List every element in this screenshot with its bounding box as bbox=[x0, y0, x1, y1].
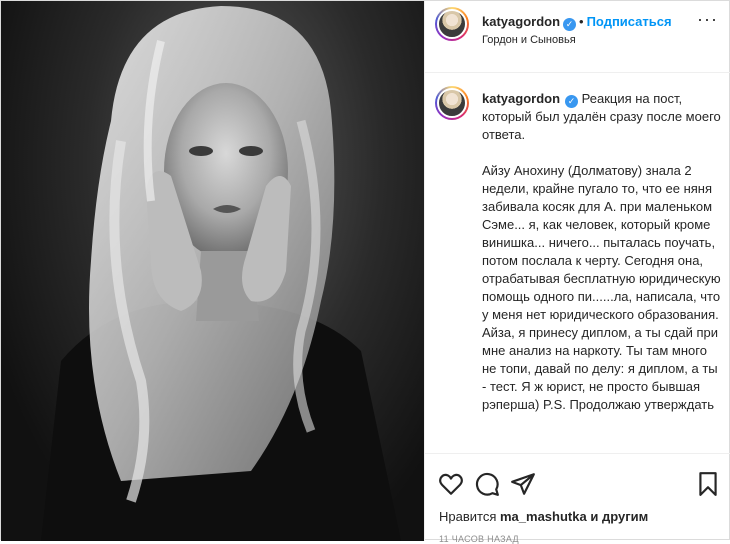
verified-badge-icon: ✓ bbox=[563, 18, 577, 31]
header-username[interactable]: katyagordon bbox=[482, 14, 560, 29]
caption-username[interactable]: katyagordon bbox=[482, 91, 560, 106]
post-side-panel: katyagordon ✓ • Подписаться Гордон и Сыновь… bbox=[424, 1, 730, 544]
caption-paragraph: katyagordon ✓ Реакция на пост, который бы… bbox=[482, 90, 722, 144]
likes-summary: Нравится ma_mashutka и другим bbox=[439, 509, 648, 524]
comments-area: katyagordon ✓ Реакция на пост, который бы… bbox=[425, 73, 730, 453]
post-timestamp[interactable]: 11 часов назад bbox=[439, 534, 519, 544]
likes-user[interactable]: ma_mashutka bbox=[500, 509, 587, 524]
caption-paragraph: Айзу Анохину (Долматову) знала 2 недели,… bbox=[482, 163, 721, 412]
separator-dot: • bbox=[579, 14, 584, 29]
avatar[interactable] bbox=[435, 7, 469, 41]
post-caption: katyagordon ✓ Реакция на пост, который бы… bbox=[482, 90, 722, 432]
comment-icon[interactable] bbox=[474, 471, 500, 497]
header-line: katyagordon ✓ • Подписаться bbox=[482, 13, 672, 31]
portrait-image bbox=[41, 6, 401, 541]
instagram-post: katyagordon ✓ • Подписаться Гордон и Сыновь… bbox=[0, 0, 730, 544]
avatar[interactable] bbox=[435, 86, 469, 120]
post-actions: Нравится ma_mashutka и другим 11 часов н… bbox=[425, 453, 730, 544]
more-dots-icon[interactable]: ··· bbox=[697, 10, 718, 28]
heart-icon[interactable] bbox=[438, 471, 464, 497]
location-link[interactable]: Гордон и Сыновья bbox=[482, 34, 576, 46]
likes-prefix: Нравится bbox=[439, 509, 497, 524]
bookmark-icon[interactable] bbox=[695, 471, 721, 497]
post-header: katyagordon ✓ • Подписаться Гордон и Сыновь… bbox=[425, 1, 730, 73]
share-icon[interactable] bbox=[510, 471, 536, 497]
verified-badge-icon: ✓ bbox=[565, 95, 579, 108]
post-photo[interactable] bbox=[1, 1, 424, 541]
likes-suffix[interactable]: и другим bbox=[590, 509, 648, 524]
follow-button[interactable]: Подписаться bbox=[587, 14, 672, 29]
